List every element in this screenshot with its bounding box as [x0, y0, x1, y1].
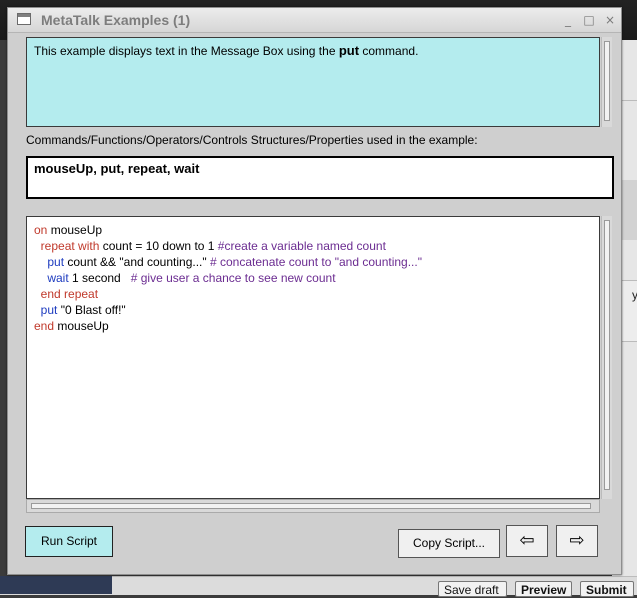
script-horizontal-scroll-thumb[interactable]: [31, 503, 591, 509]
script-line: repeat with count = 10 down to 1 #create…: [34, 238, 422, 254]
submit-button[interactable]: Submit: [580, 581, 634, 597]
script-token: repeat with: [40, 239, 100, 253]
script-vertical-scroll-thumb[interactable]: [604, 220, 610, 490]
script-line: end repeat: [34, 286, 422, 302]
background-app-strip: [0, 576, 112, 594]
script-token: put: [47, 255, 65, 269]
script-line: end mouseUp: [34, 318, 422, 334]
arrow-right-icon: ⇨: [569, 530, 585, 551]
script-token: 1 second: [68, 271, 131, 285]
script-token: #create a variable named count: [217, 239, 386, 253]
script-line: put count && "and counting..." # concate…: [34, 254, 422, 270]
metatalk-examples-window: MetaTalk Examples (1) _ □ × This example…: [7, 7, 622, 575]
script-token: put: [40, 303, 58, 317]
script-token: on: [34, 223, 48, 237]
save-draft-button[interactable]: Save draft: [438, 581, 507, 597]
arrow-left-icon: ⇦: [519, 530, 535, 551]
script-line: put "0 Blast off!": [34, 302, 422, 318]
previous-example-button[interactable]: ⇦: [506, 525, 548, 557]
script-token: end repeat: [40, 287, 99, 301]
description-scrollbar[interactable]: [601, 37, 612, 127]
script-horizontal-scrollbar[interactable]: [26, 499, 600, 513]
script-token: # concatenate count to "and counting...": [209, 255, 422, 269]
script-token: mouseUp: [54, 319, 109, 333]
script-token: wait: [47, 271, 69, 285]
script-line: on mouseUp: [34, 222, 422, 238]
script-token: count && "and counting...": [64, 255, 210, 269]
script-token: "0 Blast off!": [57, 303, 126, 317]
copy-script-button[interactable]: Copy Script...: [398, 529, 500, 558]
background-text-fragment: y: [632, 288, 637, 302]
minimize-icon[interactable]: _: [560, 12, 576, 28]
commands-text: mouseUp, put, repeat, wait: [34, 161, 200, 176]
script-token: end: [34, 319, 55, 333]
script-token: count = 10 down to 1: [99, 239, 218, 253]
description-keyword: put: [338, 43, 360, 58]
commands-label: Commands/Functions/Operators/Controls St…: [26, 133, 478, 147]
description-field[interactable]: This example displays text in the Messag…: [26, 37, 600, 127]
description-text: This example displays text in the Messag…: [34, 43, 419, 58]
script-field[interactable]: on mouseUp repeat with count = 10 down t…: [26, 216, 600, 499]
script-token: # give user a chance to see new count: [130, 271, 336, 285]
preview-button[interactable]: Preview: [515, 581, 572, 597]
run-script-button[interactable]: Run Script: [25, 526, 113, 557]
description-scroll-thumb[interactable]: [604, 41, 610, 121]
script-vertical-scrollbar[interactable]: [601, 216, 612, 499]
script-line: wait 1 second # give user a chance to se…: [34, 270, 422, 286]
close-icon[interactable]: ×: [602, 12, 618, 28]
window-icon: [17, 13, 31, 25]
script-token: mouseUp: [47, 223, 103, 237]
title-bar[interactable]: MetaTalk Examples (1) _ □ ×: [8, 8, 621, 33]
commands-field[interactable]: mouseUp, put, repeat, wait: [26, 156, 614, 199]
script-code: on mouseUp repeat with count = 10 down t…: [34, 222, 422, 334]
next-example-button[interactable]: ⇨: [556, 525, 598, 557]
window-title: MetaTalk Examples (1): [41, 12, 191, 28]
maximize-icon[interactable]: □: [581, 12, 597, 28]
